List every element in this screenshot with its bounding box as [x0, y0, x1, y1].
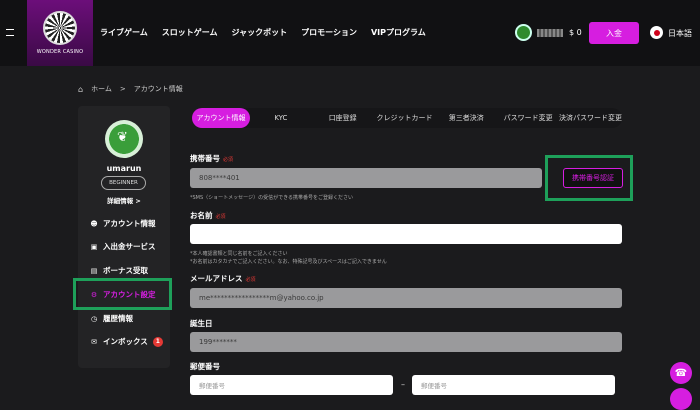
highlight-frame [73, 278, 172, 310]
required-marker: 必須 [245, 277, 256, 283]
name-field[interactable] [190, 224, 622, 244]
scroll-top-button[interactable] [670, 388, 692, 410]
user-icon: ☻ [90, 219, 98, 228]
home-icon[interactable]: ⌂ [78, 85, 83, 94]
zip-label: 郵便番号 [190, 362, 220, 371]
required-marker: 必須 [223, 157, 234, 163]
zip-separator: – [401, 380, 405, 389]
user-avatar[interactable] [515, 24, 532, 41]
name-note-2: *お名前はカタカナでご記入ください。なお、特殊記号及びスペースはご記入できません [190, 259, 387, 265]
birthday-field[interactable]: 199******* [190, 332, 622, 352]
nav-vip-program[interactable]: VIPプログラム [371, 27, 426, 38]
japan-flag-icon[interactable] [650, 26, 663, 39]
sidebar-item-label: 入出金サービス [103, 242, 156, 251]
email-label-text: メールアドレス [190, 274, 243, 283]
masked-username [537, 29, 563, 37]
nav-jackpot[interactable]: ジャックポット [232, 27, 288, 38]
details-link[interactable]: 詳細情報 > [78, 195, 170, 205]
breadcrumb-separator: > [119, 85, 126, 93]
breadcrumb: ⌂ ホーム > アカウント情報 [78, 84, 183, 94]
mail-icon: ✉ [91, 337, 97, 346]
profile-username: umarun [106, 164, 142, 173]
phone-label: 携帯番号 必須 [190, 153, 233, 164]
hamburger-menu-icon[interactable] [6, 29, 14, 36]
zip-field-1[interactable]: 郵便番号 [190, 375, 393, 395]
balance-display: $ 0 [569, 28, 582, 37]
tab-change-payment-password[interactable]: 決済パスワード変更 [559, 113, 622, 123]
language-selector[interactable]: 日本語 [668, 28, 692, 39]
tab-kyc[interactable]: KYC [250, 114, 312, 122]
top-header: WONDER CASINO ライブゲーム スロットゲーム ジャックポット プロモ… [0, 0, 700, 66]
wallet-icon: ▣ [90, 242, 98, 251]
email-field[interactable]: me*****************m@yahoo.co.jp [190, 288, 622, 308]
sidebar-item-deposit-withdraw[interactable]: ▣ 入出金サービス [90, 241, 156, 252]
breadcrumb-current: アカウント情報 [133, 85, 183, 93]
nav-live-games[interactable]: ライブゲーム [100, 27, 148, 38]
name-label: お名前 必須 [190, 210, 226, 221]
highlight-frame [545, 155, 633, 201]
email-label: メールアドレス 必須 [190, 273, 256, 284]
sidebar-item-label: 履歴情報 [103, 314, 133, 323]
tab-credit-card[interactable]: クレジットカード [374, 113, 436, 123]
logo-text: WONDER CASINO [36, 49, 84, 55]
deposit-button[interactable]: 入金 [589, 22, 639, 44]
required-marker: 必須 [215, 214, 226, 220]
name-label-text: お名前 [190, 211, 213, 220]
name-note-1: *本人確認書類と同じ名前をご記入ください [190, 251, 288, 257]
phone-label-text: 携帯番号 [190, 154, 220, 163]
account-tabs: アカウント情報 KYC 口座登録 クレジットカード 第三者決済 パスワード変更 … [192, 108, 622, 128]
support-chat-icon[interactable]: ☎ [670, 362, 692, 384]
account-sidebar: umarun BEGINNER 詳細情報 > ☻ アカウント情報 ▣ 入出金サー… [78, 106, 170, 368]
phone-note: *SMS（ショートメッセージ）の受信ができる携帯番号をご登録ください [190, 195, 353, 201]
level-badge: BEGINNER [101, 176, 146, 190]
breadcrumb-home[interactable]: ホーム [91, 84, 112, 94]
phone-field[interactable]: 808****401 [190, 168, 542, 188]
sidebar-item-label: インボックス [103, 337, 148, 346]
sidebar-item-label: ボーナス受取 [103, 266, 148, 275]
gift-icon: ▤ [90, 266, 98, 275]
sidebar-item-label: アカウント情報 [103, 219, 156, 228]
main-nav: ライブゲーム スロットゲーム ジャックポット プロモーション VIPプログラム [100, 27, 426, 38]
tab-third-party-payment[interactable]: 第三者決済 [435, 113, 497, 123]
birthday-label: 誕生日 [190, 319, 213, 328]
history-icon: ◷ [90, 314, 98, 323]
tab-bank-account[interactable]: 口座登録 [312, 113, 374, 123]
sidebar-item-bonus[interactable]: ▤ ボーナス受取 [90, 265, 148, 276]
inbox-count-badge: 1 [152, 336, 163, 347]
nav-promotions[interactable]: プロモーション [301, 27, 357, 38]
nav-slot-games[interactable]: スロットゲーム [162, 27, 218, 38]
sidebar-item-inbox[interactable]: ✉ インボックス 1 [90, 336, 163, 347]
logo-emblem-icon [43, 11, 77, 45]
sidebar-item-account-info[interactable]: ☻ アカウント情報 [90, 218, 156, 229]
tab-change-password[interactable]: パスワード変更 [497, 113, 559, 123]
profile-avatar [105, 120, 143, 158]
sidebar-item-history[interactable]: ◷ 履歴情報 [90, 313, 133, 324]
tab-account-info[interactable]: アカウント情報 [192, 108, 250, 128]
zip-field-2[interactable]: 郵便番号 [412, 375, 615, 395]
casino-logo[interactable]: WONDER CASINO [27, 0, 93, 66]
